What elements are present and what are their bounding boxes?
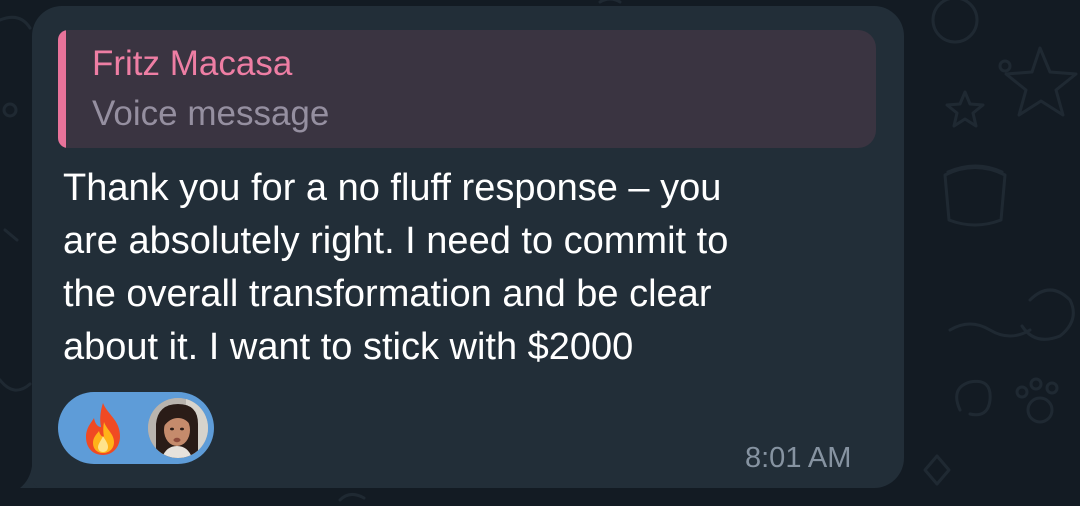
message-line: about it. I want to stick with $2000 [63, 326, 634, 368]
avatar-image [148, 398, 208, 458]
reply-quoted-text: Voice message [92, 94, 330, 133]
reply-sender-name: Fritz Macasa [92, 44, 293, 83]
message-line: are absolutely right. I need to commit t… [63, 220, 729, 262]
fire-icon [86, 403, 120, 455]
message-line: Thank you for a no fluff response – you [63, 167, 722, 209]
message-line: the overall transformation and be clear [63, 273, 712, 315]
reply-preview[interactable]: Fritz Macasa Voice message [58, 30, 876, 148]
reply-accent-bar [58, 30, 66, 148]
chat-background: Fritz Macasa Voice message Thank you for… [0, 0, 1080, 506]
avatar [148, 398, 208, 458]
message-text: Thank you for a no fluff response – you … [63, 162, 893, 374]
message-timestamp: 8:01 AM [745, 442, 852, 474]
reaction-pill[interactable] [58, 392, 214, 464]
